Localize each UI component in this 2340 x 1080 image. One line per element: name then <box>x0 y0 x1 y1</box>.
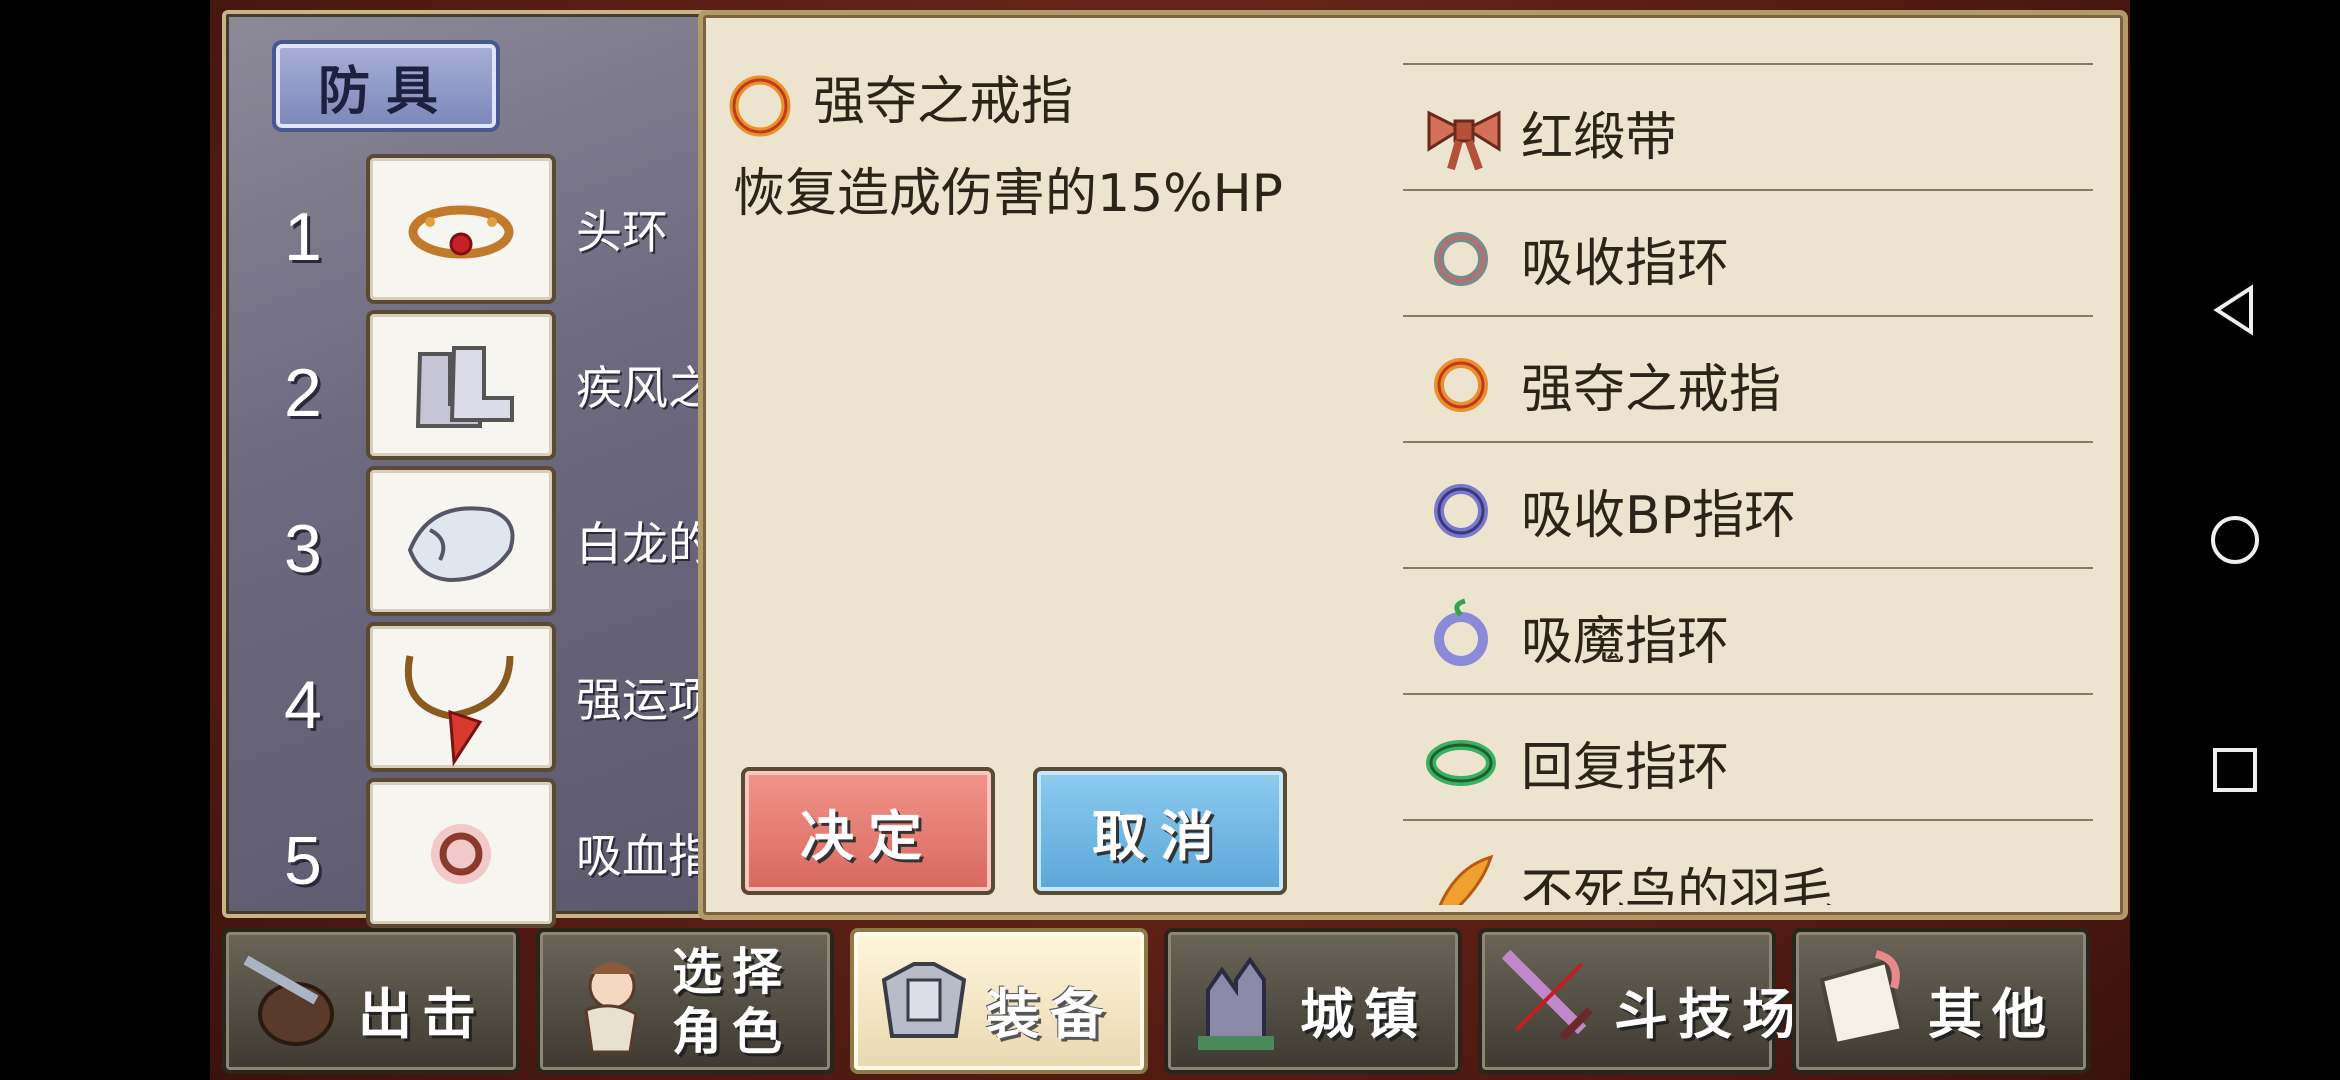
scroll-icon <box>1819 950 1905 1047</box>
list-item-label: 吸收BP指环 <box>1521 486 1797 546</box>
panel-title: 防具 <box>272 40 500 132</box>
slot-number: 4 <box>284 667 322 743</box>
castle-icon <box>1198 956 1274 1050</box>
character-icon <box>584 962 638 1054</box>
item-list[interactable]: 红缎带 吸收指环 强夺之戒指 吸收BP指环 吸魔指环 回复指环 不死鸟的羽毛 <box>1403 15 2093 905</box>
nav-sortie[interactable]: 出击 <box>222 928 520 1074</box>
list-item-recovery-ring[interactable]: 回复指环 <box>1403 693 2093 821</box>
slot-icon-box <box>366 622 556 772</box>
list-item-label: 强夺之戒指 <box>1521 360 1782 420</box>
item-select-dialog: 强夺之戒指 恢复造成伤害的15%HP 决定 取消 红缎带 吸收指环 强夺之戒指 … <box>698 10 2128 920</box>
slot-number: 2 <box>284 355 322 431</box>
dragon-icon <box>407 506 515 583</box>
cancel-button[interactable]: 取消 <box>1033 767 1287 895</box>
absorb-bp-ring-icon <box>1434 484 1488 538</box>
absorb-magic-ring-icon <box>1434 598 1488 666</box>
list-item-label: 吸魔指环 <box>1521 612 1730 672</box>
back-icon <box>2213 284 2253 336</box>
nav-label: 装备 <box>986 983 1114 1046</box>
slot-number: 3 <box>284 511 322 587</box>
circlet-icon <box>408 205 514 259</box>
recents-button[interactable] <box>2130 710 2340 830</box>
list-item-absorb-magic-ring[interactable]: 吸魔指环 <box>1403 567 2093 695</box>
recents-icon <box>2213 748 2257 792</box>
back-button[interactable] <box>2130 250 2340 370</box>
vampire-ring-icon <box>431 824 491 884</box>
item-detail-name: 强夺之戒指 <box>813 72 1074 132</box>
list-item-label: 回复指环 <box>1521 738 1730 798</box>
list-item-label: 不死鸟的羽毛 <box>1521 864 1834 905</box>
nav-arena[interactable]: 斗技场 <box>1478 928 1796 1074</box>
item-detail-description: 恢复造成伤害的15%HP <box>733 164 1284 224</box>
slot-name: 白龙的 <box>576 517 714 571</box>
nav-select-character[interactable]: 选择 角色 <box>536 928 834 1074</box>
slot-number: 1 <box>284 199 322 275</box>
slot-name: 疾风之 <box>576 361 714 415</box>
list-item-label: 吸收指环 <box>1521 234 1730 294</box>
necklace-icon <box>404 655 514 767</box>
sword-icon <box>1501 949 1593 1041</box>
list-item-absorb-ring[interactable]: 吸收指环 <box>1403 189 2093 317</box>
slot-name: 头环 <box>576 205 668 259</box>
slot-icon-box <box>366 154 556 304</box>
slot-name: 吸血指 <box>576 829 714 883</box>
system-nav-bar <box>2130 0 2340 1080</box>
list-item-absorb-bp-ring[interactable]: 吸收BP指环 <box>1403 441 2093 569</box>
nav-equipment[interactable]: 装备 <box>850 928 1148 1074</box>
home-icon <box>2211 516 2259 564</box>
phoenix-feather-icon <box>1438 854 1494 905</box>
nav-other[interactable]: 其他 <box>1792 928 2090 1074</box>
nav-label: 出击 <box>358 983 486 1046</box>
list-item-ribbon[interactable]: 红缎带 <box>1403 63 2093 191</box>
confirm-button[interactable]: 决定 <box>741 767 995 895</box>
absorb-ring-icon <box>1434 232 1488 286</box>
ribbon-icon <box>1427 110 1501 171</box>
nav-town[interactable]: 城镇 <box>1164 928 1462 1074</box>
sortie-icon <box>243 955 334 1046</box>
bottom-nav: 出击 选择 角色 装备 城镇 斗技场 其他 <box>222 928 2122 1074</box>
home-button[interactable] <box>2130 480 2340 600</box>
nav-label: 其他 <box>1928 983 2056 1046</box>
plunder-ring-icon <box>729 75 791 137</box>
recovery-ring-icon <box>1426 740 1496 786</box>
nav-label: 斗技场 <box>1614 983 1806 1046</box>
list-item-phoenix-feather[interactable]: 不死鸟的羽毛 <box>1403 819 2093 905</box>
slot-icon-box <box>366 310 556 460</box>
slot-name: 强运项 <box>576 673 714 727</box>
plunder-ring-icon <box>1434 358 1488 412</box>
slot-icon-box <box>366 778 556 928</box>
nav-label: 城镇 <box>1300 983 1428 1046</box>
game-screen: 防具 1 头环 2 疾风之 3 白龙的 4 强运项 5 吸血指 强夺之戒指 恢复… <box>210 0 2130 1080</box>
list-item-label: 红缎带 <box>1521 108 1678 168</box>
slot-number: 5 <box>284 823 322 899</box>
boots-icon <box>415 346 514 428</box>
slot-icon-box <box>366 466 556 616</box>
nav-label: 选择 角色 <box>672 943 792 1061</box>
list-item-plunder-ring[interactable]: 强夺之戒指 <box>1403 315 2093 443</box>
armor-icon <box>881 962 967 1038</box>
